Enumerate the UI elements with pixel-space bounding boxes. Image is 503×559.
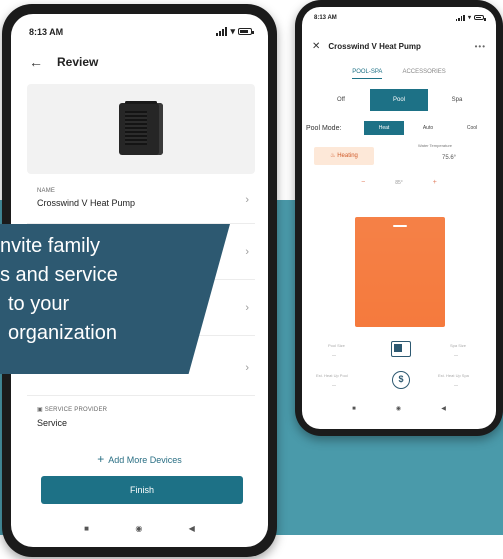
- gauge-handle[interactable]: [393, 225, 407, 227]
- name-value: Crosswind V Heat Pump: [37, 198, 136, 208]
- increase-setpoint-button[interactable]: +: [433, 179, 437, 186]
- service-provider-value: Service: [37, 418, 68, 428]
- water-temperature-value: 75.6°: [442, 155, 457, 161]
- tab-pool-spa[interactable]: POOL-SPA: [352, 69, 383, 79]
- water-temperature-label: Water Temperature: [418, 143, 453, 148]
- pool-mode-auto-button[interactable]: Auto: [408, 121, 448, 135]
- device-control-screen: 8:13 AM ▾ ✕ Crosswind V Heat Pump ••• PO…: [302, 7, 496, 429]
- finish-button[interactable]: Finish: [41, 476, 243, 504]
- back-arrow-icon[interactable]: ←: [29, 54, 43, 70]
- pool-size-value: --: [332, 353, 336, 359]
- home-icon[interactable]: ◉: [135, 524, 142, 533]
- temperature-gauge[interactable]: [355, 217, 445, 327]
- review-header: ← Review: [29, 54, 98, 70]
- pool-size-icon: [391, 341, 411, 357]
- battery-icon: [238, 28, 254, 35]
- chevron-right-icon: ›: [245, 194, 249, 206]
- recent-apps-icon[interactable]: ■: [84, 524, 89, 533]
- add-more-devices-button[interactable]: + Add More Devices: [11, 452, 268, 466]
- page-title: Review: [57, 55, 99, 69]
- mode-off-button[interactable]: Off: [312, 89, 370, 111]
- mode-pool-button[interactable]: Pool: [370, 89, 428, 111]
- pool-mode-label: Pool Mode:: [306, 124, 342, 132]
- name-row[interactable]: NAME Crosswind V Heat Pump ›: [27, 174, 255, 224]
- battery-icon: [474, 15, 486, 21]
- est-heat-up-spa-value: --: [454, 383, 458, 389]
- add-more-label: Add More Devices: [108, 455, 182, 465]
- chevron-right-icon: ›: [245, 362, 249, 374]
- est-heat-up-pool-label: Est. Heat Up Pool: [316, 373, 348, 378]
- back-icon[interactable]: ◀: [189, 524, 195, 533]
- name-label: NAME: [37, 188, 56, 194]
- heat-pump-image: [119, 101, 163, 155]
- heating-label: Heating: [337, 153, 358, 159]
- flame-icon: ♨: [330, 153, 336, 159]
- phone-device-control: 8:13 AM ▾ ✕ Crosswind V Heat Pump ••• PO…: [295, 0, 503, 436]
- status-bar: 8:13 AM ▾: [302, 7, 496, 21]
- signal-icon: [455, 14, 465, 21]
- android-nav-bar: ■ ◉ ◀: [302, 405, 496, 413]
- chevron-right-icon: ›: [245, 246, 249, 258]
- spa-size-value: --: [454, 353, 458, 359]
- status-icons: ▾: [216, 26, 254, 37]
- status-bar: 8:13 AM ▾: [11, 14, 268, 37]
- setpoint-stepper: − 85° +: [302, 179, 496, 186]
- pool-mode-cool-button[interactable]: Cool: [452, 121, 492, 135]
- heating-status-badge: ♨ Heating: [314, 147, 374, 165]
- android-nav-bar: ■ ◉ ◀: [11, 524, 268, 533]
- service-provider-row[interactable]: ▣ SERVICE PROVIDER Service: [27, 396, 255, 438]
- service-provider-label: ▣ SERVICE PROVIDER: [37, 407, 108, 413]
- wifi-icon: ▾: [467, 15, 471, 21]
- home-icon[interactable]: ◉: [396, 405, 401, 412]
- pool-mode-row: Pool Mode: Heat Auto Cool: [306, 121, 492, 135]
- back-icon[interactable]: ◀: [441, 405, 446, 412]
- cost-icon: $: [392, 371, 410, 389]
- status-time: 8:13 AM: [29, 26, 64, 37]
- device-image-card: [27, 84, 255, 174]
- plus-icon: +: [97, 452, 105, 466]
- pool-mode-heat-button[interactable]: Heat: [364, 121, 404, 135]
- wifi-icon: ▾: [230, 26, 235, 36]
- est-heat-up-pool-value: --: [332, 383, 336, 389]
- banner-line-1: nvite family: [0, 235, 101, 257]
- mode-spa-button[interactable]: Spa: [428, 89, 486, 111]
- close-icon[interactable]: ✕: [312, 41, 320, 52]
- status-icons: ▾: [455, 14, 486, 21]
- banner-line-4: organization: [8, 322, 117, 344]
- more-options-icon[interactable]: •••: [475, 42, 486, 51]
- recent-apps-icon[interactable]: ■: [352, 406, 356, 412]
- banner-line-3: to your: [8, 293, 70, 315]
- signal-icon: [216, 27, 228, 36]
- tab-bar: POOL-SPA ACCESSORIES: [302, 69, 496, 79]
- body-mode-selector: Off Pool Spa: [312, 89, 486, 111]
- banner-line-2: s and service: [0, 264, 118, 286]
- setpoint-value: 85°: [395, 180, 403, 186]
- chevron-right-icon: ›: [245, 302, 249, 314]
- spa-size-label: Spa Size: [450, 343, 467, 348]
- tab-accessories[interactable]: ACCESSORIES: [402, 69, 445, 79]
- status-time: 8:13 AM: [314, 14, 337, 21]
- decrease-setpoint-button[interactable]: −: [361, 179, 365, 186]
- device-title: Crosswind V Heat Pump: [328, 42, 421, 51]
- device-header: ✕ Crosswind V Heat Pump •••: [312, 41, 486, 52]
- est-heat-up-spa-label: Est. Heat Up Spa: [438, 373, 469, 378]
- pool-size-label: Pool Size: [328, 343, 345, 348]
